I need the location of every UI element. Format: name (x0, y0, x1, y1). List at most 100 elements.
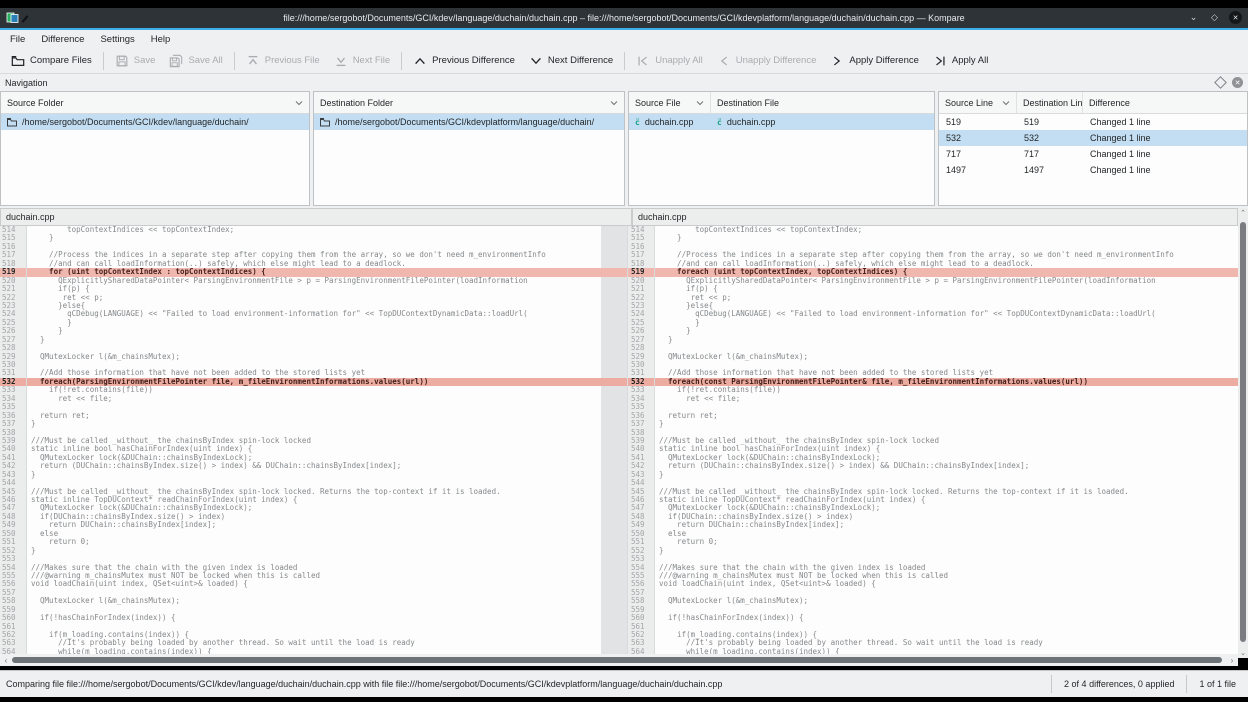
code-text-left: return ret; (27, 412, 601, 420)
statusbar: Comparing file file:///home/sergobot/Doc… (0, 670, 1248, 697)
code-text-right (655, 429, 1238, 437)
close-button[interactable]: ✕ (1229, 11, 1242, 24)
pane-separator (601, 234, 627, 242)
toolbar-button-label: Next Difference (548, 55, 613, 66)
vertical-scrollbar[interactable]: ⌃ ⌄ (1238, 208, 1248, 658)
maximize-button[interactable]: ◇ (1208, 11, 1221, 24)
line-number-left: 541 (0, 454, 27, 462)
code-text-right: QMutexLocker l(&m_chainsMutex); (655, 353, 1238, 361)
vertical-scrollbar-thumb[interactable] (1240, 222, 1246, 642)
code-text-right: foreach(const ParsingEnvironmentFilePoin… (655, 378, 1238, 386)
line-number-right: 537 (627, 420, 655, 428)
left-pane-title: duchain.cpp (6, 212, 55, 222)
file-list-header[interactable]: Source File Destination File (629, 92, 934, 114)
code-text-right: return DUChain::chainsByIndex[index]; (655, 521, 1238, 529)
difference-list-header[interactable]: Source Line Destination Line Difference (939, 92, 1247, 114)
difference-row[interactable]: 717717Changed 1 line (939, 146, 1247, 162)
destination-folder-row[interactable]: /home/sergobot/Documents/GCI/kdevplatfor… (314, 114, 624, 130)
pane-separator (601, 294, 627, 302)
pane-separator (601, 420, 627, 428)
scroll-left-icon[interactable]: ‹ (0, 654, 12, 666)
next-difference-button[interactable]: Next Difference (522, 51, 620, 71)
code-text-left: for (uint topContextIndex : topContextIn… (27, 268, 601, 276)
save-all-icon (169, 54, 183, 68)
compare-files-button[interactable]: Compare Files (4, 51, 99, 71)
horizontal-scrollbar[interactable]: ‹ › (0, 654, 1238, 666)
dock-close-icon[interactable]: ✕ (1232, 77, 1243, 88)
difference-row[interactable]: 519519Changed 1 line (939, 114, 1247, 130)
menu-item-settings[interactable]: Settings (92, 32, 142, 47)
code-line: 534 ret << file;534 ret << file; (0, 395, 1238, 403)
line-number-left: 544 (0, 479, 27, 487)
line-number-right: 555 (627, 572, 655, 580)
code-text-left: ret << p; (27, 294, 601, 302)
code-line[interactable]: 519 for (uint topContextIndex : topConte… (0, 268, 1238, 276)
menu-item-difference[interactable]: Difference (33, 32, 92, 47)
code-line: 545///Must be called _without_ the chain… (0, 488, 1238, 496)
line-number-right: 521 (627, 285, 655, 293)
code-text-left: else (27, 530, 601, 538)
file-list: Source File Destination File c̈ duchain.… (628, 91, 935, 206)
line-number-right: 519 (627, 268, 655, 276)
horizontal-scrollbar-thumb[interactable] (12, 657, 1222, 663)
titlebar[interactable]: file:///home/sergobot/Documents/GCI/kdev… (0, 8, 1248, 28)
code-text-left (27, 623, 601, 631)
line-number-right: 550 (627, 530, 655, 538)
line-number-left: 549 (0, 521, 27, 529)
scroll-up-icon[interactable]: ⌃ (1238, 208, 1248, 218)
line-number-left: 542 (0, 462, 27, 470)
code-line[interactable]: 532 foreach(ParsingEnvironmentFilePointe… (0, 378, 1238, 386)
toolbar-button-label: Unapply Difference (736, 55, 817, 66)
unapply-all-button: Unapply All (629, 51, 710, 71)
line-number-right: 540 (627, 445, 655, 453)
line-number-right: 531 (627, 369, 655, 377)
code-text-right: //It's probably being loaded by another … (655, 639, 1238, 647)
destination-folder-header[interactable]: Destination Folder (314, 92, 624, 114)
previous-difference-button[interactable]: Previous Difference (406, 51, 522, 71)
scroll-right-icon[interactable]: › (1226, 654, 1238, 666)
pane-separator (601, 243, 627, 251)
pane-separator (601, 361, 627, 369)
code-line: 516516 (0, 243, 1238, 251)
code-text-right: ///Must be called _without_ the chainsBy… (655, 437, 1238, 445)
left-pane-header: duchain.cpp (0, 208, 632, 226)
apply-difference-button[interactable]: Apply Difference (823, 51, 926, 71)
minimize-button[interactable]: ⌄ (1187, 11, 1200, 24)
pane-separator (601, 538, 627, 546)
line-number-left: 522 (0, 294, 27, 302)
navigation-dock-header[interactable]: Navigation ✕ (0, 74, 1248, 91)
pane-separator (601, 462, 627, 470)
file-row[interactable]: c̈ duchain.cpp c̈ duchain.cpp (629, 114, 934, 130)
apply-all-button[interactable]: Apply All (926, 51, 995, 71)
difference-row[interactable]: 532532Changed 1 line (939, 130, 1247, 146)
source-folder-header[interactable]: Source Folder (1, 92, 309, 114)
menu-item-file[interactable]: File (2, 32, 33, 47)
code-line: 557557 (0, 589, 1238, 597)
cpp-file-icon: c̈ (635, 118, 640, 127)
line-number-left: 543 (0, 471, 27, 479)
difference-list: Source Line Destination Line Difference … (938, 91, 1248, 206)
unapply-all-icon (636, 54, 650, 68)
code-text-left (27, 344, 601, 352)
code-line: 536 return ret;536 return ret; (0, 412, 1238, 420)
line-number-left: 539 (0, 437, 27, 445)
code-text-left: if(!ret.contains(file)) (27, 386, 601, 394)
code-text-right (655, 589, 1238, 597)
navigation-dock-title: Navigation (5, 78, 48, 88)
code-text-left: QMutexLocker l(&m_chainsMutex); (27, 353, 601, 361)
source-folder-row[interactable]: /home/sergobot/Documents/GCI/kdev/langua… (1, 114, 309, 130)
pane-separator (601, 319, 627, 327)
code-line: 526 }526 } (0, 327, 1238, 335)
dock-float-icon[interactable] (1214, 76, 1227, 89)
save-button: Save (108, 51, 163, 71)
unapply-difference-icon (717, 54, 731, 68)
scroll-down-icon[interactable]: ⌄ (1238, 648, 1248, 658)
toolbar: Compare FilesSaveSave AllPrevious FileNe… (0, 48, 1248, 74)
line-number-right: 538 (627, 429, 655, 437)
code-text-right: return (DUChain::chainsByIndex.size() > … (655, 462, 1238, 470)
code-text-left: ///Must be called _without_ the chainsBy… (27, 488, 601, 496)
line-number-right: 542 (627, 462, 655, 470)
difference-row[interactable]: 14971497Changed 1 line (939, 162, 1247, 178)
menu-item-help[interactable]: Help (143, 32, 179, 47)
code-text-left (27, 429, 601, 437)
